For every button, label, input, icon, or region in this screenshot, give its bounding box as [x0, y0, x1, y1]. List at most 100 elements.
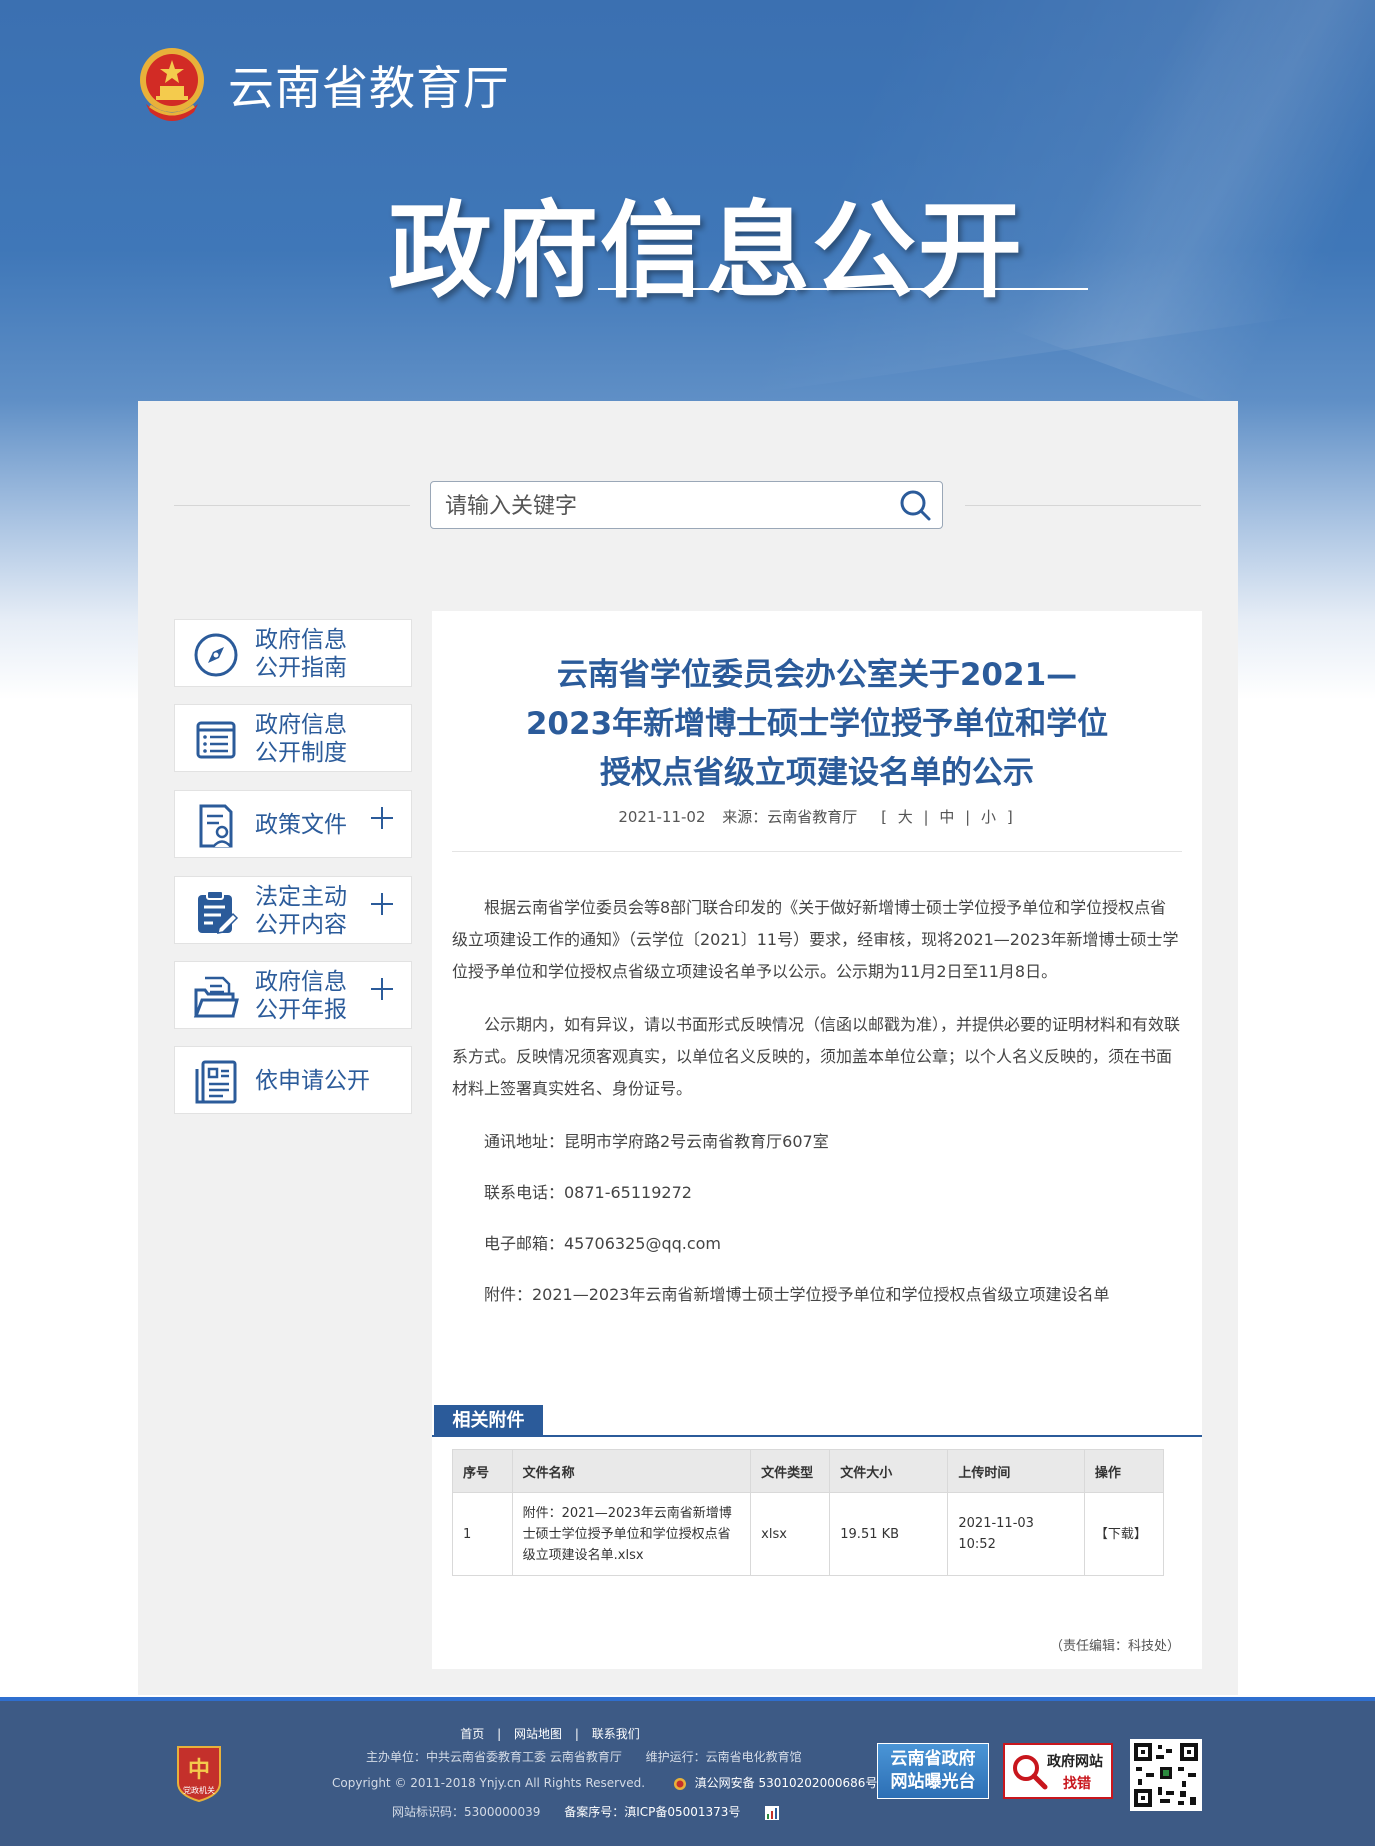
- attachment-size: 19.51 KB: [829, 1492, 949, 1576]
- badge-line: 网站曝光台: [890, 1772, 976, 1792]
- national-emblem-icon: [140, 48, 204, 121]
- sidebar-item-label: 政府信息公开制度: [255, 712, 347, 766]
- search-input[interactable]: [443, 488, 877, 524]
- column-header: 文件大小: [829, 1449, 949, 1493]
- font-size-small-link[interactable]: 小: [981, 808, 996, 826]
- police-badge-icon: [673, 1777, 686, 1790]
- page-banner-title: 政府信息公开: [388, 190, 1025, 312]
- copyright-text: Copyright © 2011-2018 Ynjy.cn All Rights…: [332, 1776, 646, 1790]
- article-date: 2021-11-02: [618, 808, 706, 826]
- compass-icon: [194, 633, 238, 677]
- responsible-editor: （责任编辑：科技处）: [1049, 1639, 1180, 1654]
- column-header: 文件名称: [511, 1449, 752, 1493]
- banner-underline: [598, 288, 1088, 290]
- search-icon[interactable]: [898, 488, 932, 522]
- expand-plus-icon[interactable]: [371, 893, 393, 915]
- sidebar-item-label: 政府信息公开指南: [255, 627, 347, 681]
- footer: 中 党政机关 首页 | 网站地图 | 联系我们 主办单位：中共云南省委教育工委 …: [0, 1697, 1375, 1846]
- contact-phone: 联系电话：0871-65119272: [484, 1183, 692, 1202]
- footer-sponsor-row: 主办单位：中共云南省委教育工委 云南省教育厅 维护运行：云南省电化教育馆: [366, 1748, 802, 1765]
- article-title-line: 云南省学位委员会办公室关于2021—: [556, 657, 1078, 693]
- sidebar-item-policy-files[interactable]: 政策文件: [174, 790, 412, 858]
- icp-record-link[interactable]: 备案序号：滇ICP备05001373号: [564, 1805, 740, 1819]
- footer-id-row: 网站标识码：5300000039 备案序号：滇ICP备05001373号: [392, 1803, 780, 1821]
- article-paragraph: 公示期内，如有异议，请以书面形式反映情况（信函以邮戳为准），并提供必要的证明材料…: [452, 1015, 1181, 1098]
- attachment-upload-time: 2021-11-03 10:52: [947, 1492, 1085, 1576]
- page-edge: [1375, 0, 1392, 1846]
- table-header-row: 序号 文件名称 文件类型 文件大小 上传时间 操作: [452, 1449, 1165, 1493]
- column-header: 文件类型: [750, 1449, 831, 1493]
- site-id-text: 网站标识码：5300000039: [392, 1805, 541, 1819]
- footer-copyright-row: Copyright © 2011-2018 Ynjy.cn All Rights…: [332, 1774, 877, 1791]
- contact-address: 通讯地址：昆明市学府路2号云南省教育厅607室: [484, 1132, 829, 1151]
- font-size-large-link[interactable]: 大: [898, 808, 913, 826]
- party-gov-emblem-icon: 中 党政机关: [177, 1746, 221, 1803]
- article-title-line: 授权点省级立项建设名单的公示: [600, 755, 1034, 791]
- separator: |: [965, 808, 971, 826]
- article-title-line: 2023年新增博士硕士学位授予单位和学位: [525, 706, 1109, 742]
- sponsor-text: 主办单位：中共云南省委教育工委 云南省教育厅: [366, 1750, 622, 1764]
- footer-link-home[interactable]: 首页: [460, 1727, 484, 1741]
- sidebar-item-on-request[interactable]: 依申请公开: [174, 1046, 412, 1114]
- form-icon: [195, 1060, 237, 1104]
- clipboard-edit-icon: [198, 890, 239, 934]
- bracket-close: ]: [1006, 808, 1013, 826]
- separator: |: [574, 1727, 579, 1741]
- sidebar-item-label: 政府信息公开年报: [255, 969, 347, 1023]
- sidebar-item-guide[interactable]: 政府信息公开指南: [174, 619, 412, 687]
- footer-link-contact[interactable]: 联系我们: [592, 1727, 640, 1741]
- table-row: 1 附件：2021—2023年云南省新增博士硕士学位授予单位和学位授权点省级立项…: [452, 1492, 1165, 1576]
- footer-link-sitemap[interactable]: 网站地图: [514, 1727, 562, 1741]
- attachment-type: xlsx: [750, 1492, 831, 1576]
- document-user-icon: [199, 804, 233, 848]
- footer-nav: 首页 | 网站地图 | 联系我们: [0, 1725, 1100, 1742]
- expand-plus-icon[interactable]: [371, 807, 393, 829]
- separator: |: [497, 1727, 502, 1741]
- badge-line: 云南省政府: [890, 1749, 976, 1769]
- expand-plus-icon[interactable]: [371, 978, 393, 1000]
- exposure-platform-badge[interactable]: 云南省政府 网站曝光台: [877, 1743, 989, 1799]
- font-size-medium-link[interactable]: 中: [939, 808, 954, 826]
- divider: [452, 851, 1182, 852]
- article-title: 云南省学位委员会办公室关于2021— 2023年新增博士硕士学位授予单位和学位 …: [432, 651, 1202, 798]
- report-error-badge[interactable]: 政府网站 找错: [1003, 1743, 1113, 1799]
- article-body: 根据云南省学位委员会等8部门联合印发的《关于做好新增博士硕士学位授予单位和学位授…: [452, 892, 1182, 1330]
- search-box: [430, 481, 943, 529]
- attachments-table: 序号 文件名称 文件类型 文件大小 上传时间 操作 1 附件：2021—2023…: [452, 1449, 1165, 1576]
- article-meta: 2021-11-02 来源：云南省教育厅 [ 大 | 中 | 小 ]: [432, 806, 1202, 827]
- sidebar-item-system[interactable]: 政府信息公开制度: [174, 704, 412, 772]
- sidebar-item-label: 法定主动公开内容: [255, 884, 347, 938]
- magnifier-icon: [1013, 1755, 1048, 1790]
- svg-text:中: 中: [188, 1758, 210, 1783]
- sidebar-item-annual-report[interactable]: 政府信息公开年报: [174, 961, 412, 1029]
- attachments-tab: 相关附件: [434, 1405, 543, 1437]
- qr-code-icon: [1130, 1739, 1202, 1811]
- folder-icon: [193, 976, 239, 1018]
- attachment-index: 1: [452, 1492, 513, 1576]
- attachment-name: 附件：2021—2023年云南省新增博士硕士学位授予单位和学位授权点省级立项建设…: [511, 1492, 752, 1576]
- sidebar-item-label: 依申请公开: [255, 1068, 370, 1094]
- police-record-link[interactable]: 滇公网安备 53010202000686号: [695, 1776, 878, 1790]
- article-panel: 云南省学位委员会办公室关于2021— 2023年新增博士硕士学位授予单位和学位 …: [432, 611, 1202, 1669]
- org-name: 云南省教育厅: [228, 61, 510, 115]
- column-header: 序号: [452, 1449, 513, 1493]
- contact-email: 电子邮箱：45706325@qq.com: [484, 1234, 722, 1253]
- badge-line: 政府网站: [1047, 1754, 1103, 1770]
- article-source: 来源：云南省教育厅: [722, 808, 858, 826]
- attachments-header: 相关附件: [432, 1405, 1202, 1437]
- divider: [965, 505, 1201, 506]
- download-link[interactable]: 【下载】: [1083, 1492, 1165, 1576]
- emblem-text: 党政机关: [183, 1785, 215, 1795]
- list-icon: [196, 721, 236, 759]
- divider: [174, 505, 410, 506]
- bracket-open: [: [881, 808, 887, 826]
- column-header: 操作: [1083, 1449, 1165, 1493]
- badge-line: 找错: [1063, 1776, 1091, 1792]
- maintainer-text: 维护运行：云南省电化教育馆: [645, 1750, 802, 1764]
- stats-icon: [765, 1805, 780, 1820]
- attachment-note: 附件：2021—2023年云南省新增博士硕士学位授予单位和学位授权点省级立项建设…: [484, 1285, 1110, 1304]
- article-paragraph: 根据云南省学位委员会等8部门联合印发的《关于做好新增博士硕士学位授予单位和学位授…: [452, 898, 1179, 981]
- font-size-controls: [ 大 | 中 | 小 ]: [878, 808, 1016, 826]
- separator: |: [923, 808, 929, 826]
- sidebar-item-statutory-content[interactable]: 法定主动公开内容: [174, 876, 412, 944]
